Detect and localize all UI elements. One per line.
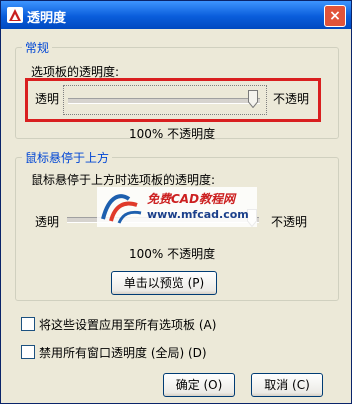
- palette-slider[interactable]: [63, 85, 267, 115]
- ok-button[interactable]: 确定 (O): [163, 373, 235, 397]
- autocad-icon: [7, 7, 23, 23]
- hover-value-text: 100% 不透明度: [129, 247, 216, 261]
- cancel-button[interactable]: 取消 (C): [251, 373, 323, 397]
- preview-button[interactable]: 单击以预览 (P): [111, 271, 217, 295]
- hover-opaque-label: 不透明: [271, 215, 308, 229]
- watermark: 免费CAD教程网 www.mfcad.com: [97, 187, 257, 227]
- disable-transparency-label: 禁用所有窗口透明度 (全局) (D): [39, 346, 207, 360]
- hover-legend: 鼠标悬停于上方: [25, 151, 110, 165]
- close-button[interactable]: ×: [324, 5, 346, 27]
- disable-transparency-checkbox[interactable]: [21, 345, 35, 359]
- general-legend: 常规: [25, 41, 50, 55]
- apply-all-label: 将这些设置应用至所有选项板 (A): [39, 318, 217, 332]
- apply-all-checkbox[interactable]: [21, 317, 35, 331]
- title-bar[interactable]: 透明度 ×: [1, 1, 351, 29]
- slider-thumb[interactable]: [248, 90, 258, 108]
- transparent-label: 透明: [35, 92, 60, 106]
- slider-track: [68, 98, 260, 104]
- watermark-brand: 免费CAD教程网: [147, 192, 236, 206]
- opaque-label: 不透明: [273, 92, 310, 106]
- transparency-dialog: 透明度 × 常规 选项板的透明度: 透明 不透明 100% 不透明度 鼠标悬停于…: [0, 0, 352, 404]
- hover-transparent-label: 透明: [35, 215, 60, 229]
- watermark-url: www.mfcad.com: [147, 208, 249, 221]
- general-value-text: 100% 不透明度: [129, 127, 216, 141]
- hover-transparency-label: 鼠标悬停于上方时选项板的透明度:: [31, 173, 216, 187]
- watermark-logo-icon: [101, 194, 142, 224]
- dialog-title: 透明度: [27, 11, 67, 26]
